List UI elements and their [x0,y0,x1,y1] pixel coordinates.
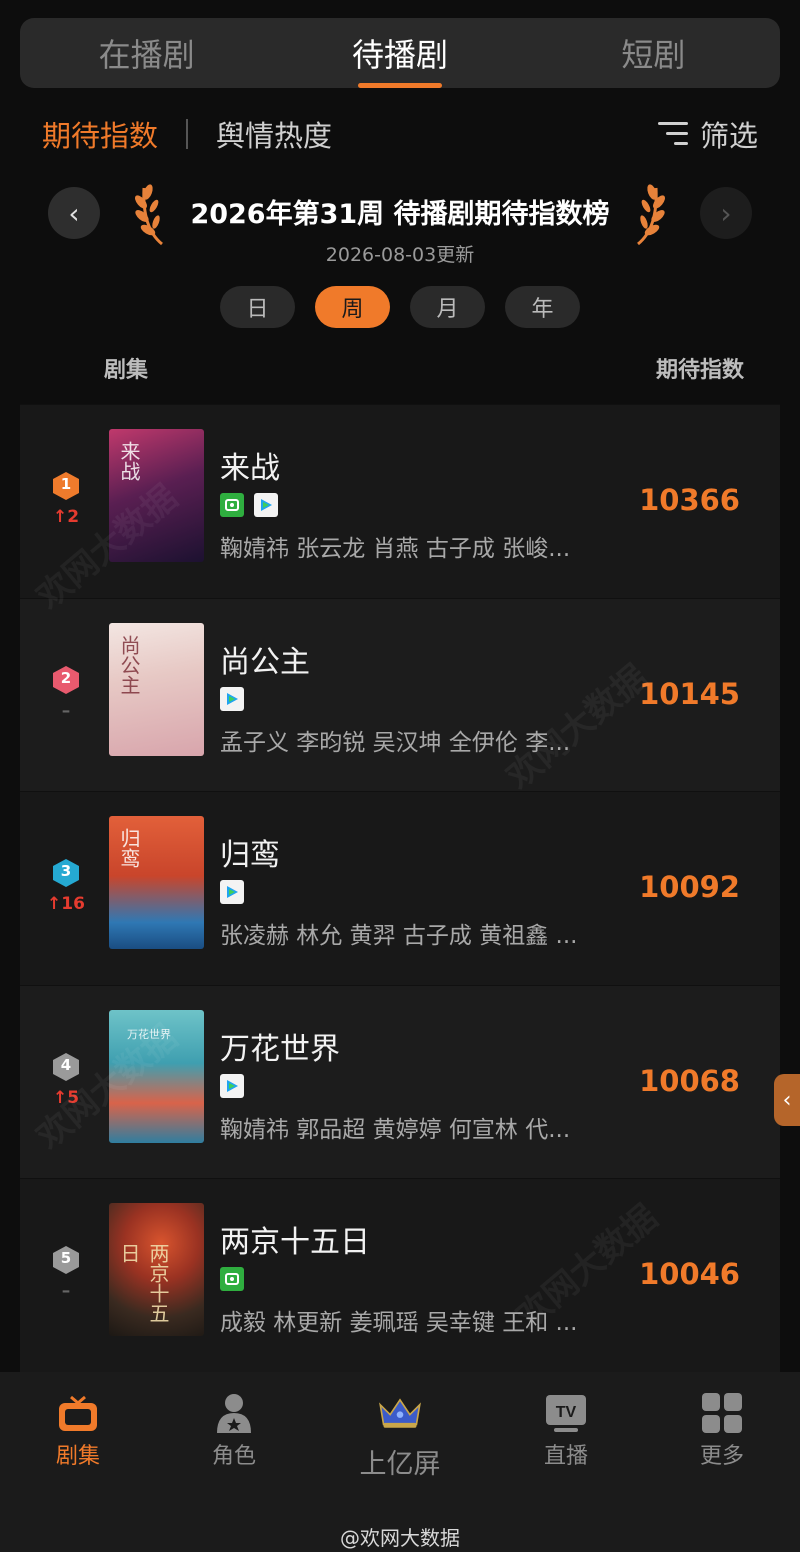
tencent-video-icon [220,880,244,905]
nav-more-label: 更多 [699,1444,744,1469]
filter-button[interactable]: 筛选 [657,113,758,155]
cast-list: 鞠婧祎 郭品超 黄婷婷 何宣林 代... [220,1116,571,1143]
platform-icons [220,493,278,517]
filter-label: 筛选 [699,119,758,153]
poster-title: 归鸾 [117,828,141,869]
expect-score: 10068 [639,1063,740,1098]
period-day[interactable]: 日 [220,286,295,328]
tencent-video-icon [220,686,244,711]
cast-list: 成毅 林更新 姜珮瑶 吴幸键 王和 ... [220,1310,578,1337]
platform-icons [220,880,244,905]
poster-image[interactable]: 归鸾 [109,816,204,950]
rank-number: 3 [60,862,72,881]
poster-title: 两京十五日 [117,1243,170,1324]
nav-live[interactable]: TV 直播 [506,1390,626,1470]
poster-image[interactable]: 两京十五日 [109,1203,204,1337]
list-header: 剧集 期待指数 [104,352,744,384]
series-title[interactable]: 归鸾 [220,830,280,874]
rank-change: ↑5 [52,1087,80,1108]
live-tv-icon: TV [543,1390,589,1436]
svg-text:TV: TV [556,1404,577,1421]
rank-change: – [61,1281,71,1302]
expect-score: 10366 [639,483,740,517]
poster-title: 来战 [117,441,141,481]
list-item[interactable]: 4 ↑5 万花世界 万花世界 鞠婧祎 郭品超 黄婷婷 何宣林 代... 1006… [20,984,780,1179]
cast-list: 张凌赫 林允 黄羿 古子成 黄祖鑫 ... [220,923,578,950]
poster-image[interactable]: 来战 [109,429,204,562]
ranking-list: 1 ↑2 来战 来战 鞠婧祎 张云龙 肖燕 古子成 张峻... 10366 2 … [20,404,780,1372]
cast-list: 鞠婧祎 张云龙 肖燕 古子成 张峻... [220,536,571,562]
source-credit: @欢网大数据 [340,1526,460,1550]
rank-change: – [61,700,71,721]
rank-badge: 4 [52,1052,80,1082]
cast-list: 孟子义 李昀锐 吴汉坤 全伊伦 李... [220,729,571,756]
tab-airing[interactable]: 在播剧 [20,18,273,88]
nav-billion-screens[interactable]: 上亿屏 [340,1390,460,1481]
series-title[interactable]: 尚公主 [220,637,310,681]
tencent-video-icon [220,1073,244,1098]
sub-navigation: 期待指数 舆情热度 筛选 [42,112,758,156]
poster-title: 尚公主 [117,634,141,695]
list-item[interactable]: 1 ↑2 来战 来战 鞠婧祎 张云龙 肖燕 古子成 张峻... 10366 [20,404,780,598]
platform-icons [220,1267,244,1292]
column-index: 期待指数 [655,358,744,383]
nav-series-label: 剧集 [55,1444,100,1469]
nav-live-label: 直播 [543,1444,588,1469]
tab-upcoming[interactable]: 待播剧 [273,18,526,88]
update-date: 2026-08-03更新 [325,244,475,266]
rank-change: ↑16 [47,894,85,915]
rank-number: 5 [60,1249,72,1268]
divider [186,119,189,149]
rank-badge: 5 [52,1245,80,1275]
side-drawer-handle[interactable]: ‹ [774,1074,800,1126]
rank-change: ↑2 [52,507,80,527]
nav-billion-screens-label: 上亿屏 [359,1449,441,1480]
poster-title: 万花世界 [127,1027,171,1041]
period-month[interactable]: 月 [410,286,485,328]
rank-badge: 3 [52,858,80,888]
expect-score: 10046 [639,1257,740,1292]
nav-characters[interactable]: 角色 [174,1390,294,1470]
iqiyi-icon [220,493,244,517]
filter-icon [657,122,688,146]
platform-icons [220,1073,244,1098]
expect-score: 10092 [639,870,740,905]
list-item[interactable]: 5 – 两京十五日 两京十五日 成毅 林更新 姜珮瑶 吴幸键 王和 ... 10… [20,1178,780,1372]
person-star-icon [211,1390,257,1436]
tv-icon [55,1390,101,1436]
top-tab-bar: 在播剧 待播剧 短剧 [20,18,780,88]
expect-score: 10145 [639,676,740,711]
tab-short-drama[interactable]: 短剧 [527,18,780,88]
rank-number: 2 [60,668,72,687]
series-title[interactable]: 万花世界 [220,1024,340,1068]
list-item[interactable]: 3 ↑16 归鸾 归鸾 张凌赫 林允 黄羿 古子成 黄祖鑫 ... 10092 [20,791,780,985]
tencent-video-icon [254,493,278,517]
tab-public-opinion[interactable]: 舆情热度 [216,113,332,155]
list-item[interactable]: 2 – 尚公主 尚公主 孟子义 李昀锐 吴汉坤 全伊伦 李... 10145 [20,597,780,792]
rank-badge: 1 [52,471,80,501]
series-title[interactable]: 两京十五日 [220,1217,370,1261]
poster-image[interactable]: 尚公主 [109,622,204,756]
rank-number: 4 [60,1055,72,1074]
rank-number: 1 [60,475,72,493]
period-selector: 日 周 月 年 [220,286,580,328]
column-series: 剧集 [104,358,149,383]
nav-characters-label: 角色 [211,1444,256,1469]
tab-expect-index[interactable]: 期待指数 [42,113,158,155]
period-year[interactable]: 年 [505,286,580,328]
platform-icons [220,686,244,711]
series-title[interactable]: 来战 [220,443,280,487]
poster-image[interactable]: 万花世界 [109,1009,204,1143]
ranking-title: 2026年第31周 待播剧期待指数榜 [190,199,610,230]
grid-icon [699,1390,745,1436]
crown-icon [377,1390,423,1436]
nav-series[interactable]: 剧集 [18,1390,138,1470]
nav-more[interactable]: 更多 [662,1390,782,1470]
rank-badge: 2 [52,665,80,695]
period-week[interactable]: 周 [315,286,390,328]
iqiyi-icon [220,1267,244,1292]
